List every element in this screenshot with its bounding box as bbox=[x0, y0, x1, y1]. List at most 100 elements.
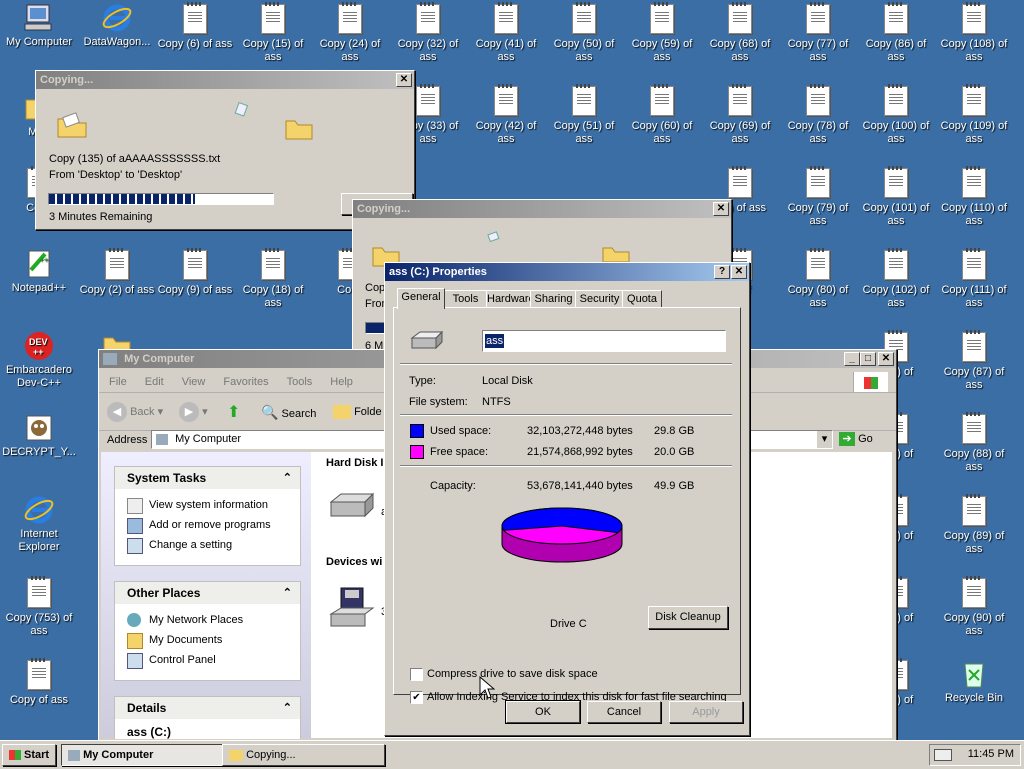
copy-dialog-2-titlebar[interactable]: Copying... ✕ bbox=[353, 200, 731, 218]
menu-item-view[interactable]: View bbox=[182, 372, 206, 392]
desktop-icon[interactable]: Copy (78) of ass bbox=[779, 84, 857, 146]
desktop-icon[interactable]: Internet Explorer bbox=[0, 494, 78, 554]
clock[interactable]: 11:45 PM bbox=[968, 748, 1014, 760]
desktop-icon[interactable]: Copy (87) of ass bbox=[935, 330, 1013, 392]
desktop-icon[interactable]: Copy of ass bbox=[0, 658, 78, 707]
desktop-icon[interactable]: Copy (18) of ass bbox=[234, 248, 312, 310]
index-checkbox[interactable]: ✔ bbox=[410, 691, 423, 704]
other-places-header[interactable]: Other Places ⌃ bbox=[115, 582, 300, 604]
desktop-icon[interactable]: Copy (109) of ass bbox=[935, 84, 1013, 146]
desktop-icon[interactable]: Copy (90) of ass bbox=[935, 576, 1013, 638]
start-button[interactable]: Start bbox=[2, 744, 56, 766]
desktop-icon[interactable]: Copy (88) of ass bbox=[935, 412, 1013, 474]
details-header[interactable]: Details ⌃ bbox=[115, 697, 300, 719]
close-icon[interactable]: ✕ bbox=[878, 352, 894, 366]
desktop-icon[interactable]: Copy (89) of ass bbox=[935, 494, 1013, 556]
desktop-icon[interactable]: Copy (60) of ass bbox=[623, 84, 701, 146]
desktop-icon[interactable]: Copy (68) of ass bbox=[701, 2, 779, 64]
fs-value: NTFS bbox=[482, 396, 511, 408]
place-control-panel[interactable]: Control Panel bbox=[115, 650, 300, 670]
volume-label-input[interactable]: ass bbox=[482, 330, 726, 352]
tab-sharing[interactable]: Sharing bbox=[530, 290, 577, 308]
desktop-icon[interactable]: DEV ++ Embarcadero Dev-C++ bbox=[0, 330, 78, 390]
desktop-icon[interactable]: Copy (24) of ass bbox=[311, 2, 389, 64]
disk-cleanup-button[interactable]: Disk Cleanup bbox=[648, 606, 728, 629]
menu-item-file[interactable]: File bbox=[109, 372, 127, 392]
desktop-icon[interactable]: Copy (42) of ass bbox=[467, 84, 545, 146]
place-documents[interactable]: My Documents bbox=[115, 630, 300, 650]
tab-security[interactable]: Security bbox=[575, 290, 624, 308]
up-folder-icon[interactable]: ⬆ bbox=[227, 402, 247, 422]
desktop-icon[interactable]: Copy (2) of ass bbox=[78, 248, 156, 297]
properties-titlebar[interactable]: ass (C:) Properties ? ✕ bbox=[385, 263, 749, 281]
desktop-icon[interactable]: Recycle Bin bbox=[935, 658, 1013, 705]
hard-drive-icon[interactable] bbox=[327, 492, 377, 526]
desktop-icon[interactable]: Copy (41) of ass bbox=[467, 2, 545, 64]
maximize-icon[interactable]: □ bbox=[860, 352, 876, 366]
collapse-chevron-icon[interactable]: ⌃ bbox=[283, 467, 292, 489]
desktop-icon[interactable]: Copy (79) of ass bbox=[779, 166, 857, 228]
compress-checkbox[interactable] bbox=[410, 668, 423, 681]
menu-item-tools[interactable]: Tools bbox=[287, 372, 313, 392]
task-change-setting[interactable]: Change a setting bbox=[115, 535, 300, 555]
desktop-icon[interactable]: DECRYPT_Y... bbox=[0, 412, 78, 459]
desktop-icon[interactable]: Copy (69) of ass bbox=[701, 84, 779, 146]
desktop-icon[interactable]: ++ Notepad++ bbox=[0, 248, 78, 295]
menu-item-help[interactable]: Help bbox=[330, 372, 353, 392]
desktop-icon[interactable]: Copy (101) of ass bbox=[857, 166, 935, 228]
text-file-icon bbox=[962, 330, 986, 362]
desktop-icon[interactable]: My Computer bbox=[0, 2, 78, 49]
desktop-icon[interactable]: Copy (108) of ass bbox=[935, 2, 1013, 64]
text-file-icon bbox=[650, 84, 674, 116]
ok-button[interactable]: OK bbox=[505, 700, 581, 724]
close-icon[interactable]: ✕ bbox=[731, 265, 747, 279]
close-icon[interactable]: ✕ bbox=[396, 73, 412, 87]
tab-tools[interactable]: Tools bbox=[443, 290, 488, 308]
close-icon[interactable]: ✕ bbox=[713, 202, 729, 216]
chevron-down-icon[interactable]: ▾ bbox=[817, 431, 832, 448]
desktop-icon[interactable]: Copy (80) of ass bbox=[779, 248, 857, 310]
help-icon[interactable]: ? bbox=[714, 265, 730, 279]
tab-general[interactable]: General bbox=[397, 288, 445, 309]
taskbar-item-copying[interactable]: Copying... bbox=[222, 744, 385, 766]
floppy-drive-icon[interactable] bbox=[327, 586, 377, 634]
desktop-icon[interactable]: Copy (110) of ass bbox=[935, 166, 1013, 228]
menu-item-favorites[interactable]: Favorites bbox=[223, 372, 268, 392]
system-tasks-header[interactable]: System Tasks ⌃ bbox=[115, 467, 300, 489]
apply-button[interactable]: Apply bbox=[669, 701, 743, 723]
folders-button[interactable]: Folde bbox=[333, 400, 382, 424]
desktop-icon[interactable]: Copy (102) of ass bbox=[857, 248, 935, 310]
forward-button[interactable]: ▶ ▾ bbox=[179, 400, 208, 424]
text-file-icon bbox=[728, 2, 752, 34]
collapse-chevron-icon[interactable]: ⌃ bbox=[283, 582, 292, 604]
desktop-icon[interactable]: Copy (9) of ass bbox=[156, 248, 234, 297]
desktop-icon[interactable]: Copy (111) of ass bbox=[935, 248, 1013, 310]
free-label: Free space: bbox=[430, 446, 489, 458]
desktop-icon[interactable]: Copy (77) of ass bbox=[779, 2, 857, 64]
desktop-icon[interactable]: Copy (86) of ass bbox=[857, 2, 935, 64]
task-view-system-info[interactable]: View system information bbox=[115, 495, 300, 515]
back-button[interactable]: ◀ Back ▾ bbox=[107, 400, 163, 424]
desktop-icon[interactable]: Copy (51) of ass bbox=[545, 84, 623, 146]
tab-hardware[interactable]: Hardware bbox=[486, 290, 535, 308]
desktop-icon[interactable]: Copy (6) of ass bbox=[156, 2, 234, 51]
desktop-icon[interactable]: Copy (100) of ass bbox=[857, 84, 935, 146]
collapse-chevron-icon[interactable]: ⌃ bbox=[283, 697, 292, 719]
desktop-icon[interactable]: Copy (753) of ass bbox=[0, 576, 78, 638]
copy-dialog-titlebar[interactable]: Copying... ✕ bbox=[36, 71, 414, 89]
menu-item-edit[interactable]: Edit bbox=[145, 372, 164, 392]
desktop-icon[interactable]: DataWagon... bbox=[78, 2, 156, 49]
desktop-icon[interactable]: Copy (50) of ass bbox=[545, 2, 623, 64]
go-button[interactable]: ➔ Go bbox=[839, 430, 873, 448]
taskbar-item-my-computer[interactable]: My Computer bbox=[61, 744, 224, 766]
search-button[interactable]: 🔍 Search bbox=[261, 400, 316, 424]
place-network[interactable]: My Network Places bbox=[115, 610, 300, 630]
tab-quota[interactable]: Quota bbox=[622, 290, 662, 308]
task-add-remove-programs[interactable]: Add or remove programs bbox=[115, 515, 300, 535]
minimize-icon[interactable]: _ bbox=[844, 352, 860, 366]
desktop-icon[interactable]: Copy (32) of ass bbox=[389, 2, 467, 64]
desktop-icon[interactable]: Copy (15) of ass bbox=[234, 2, 312, 64]
cancel-button[interactable]: Cancel bbox=[587, 701, 661, 723]
desktop-icon[interactable]: Copy (59) of ass bbox=[623, 2, 701, 64]
keyboard-icon[interactable] bbox=[934, 749, 952, 761]
